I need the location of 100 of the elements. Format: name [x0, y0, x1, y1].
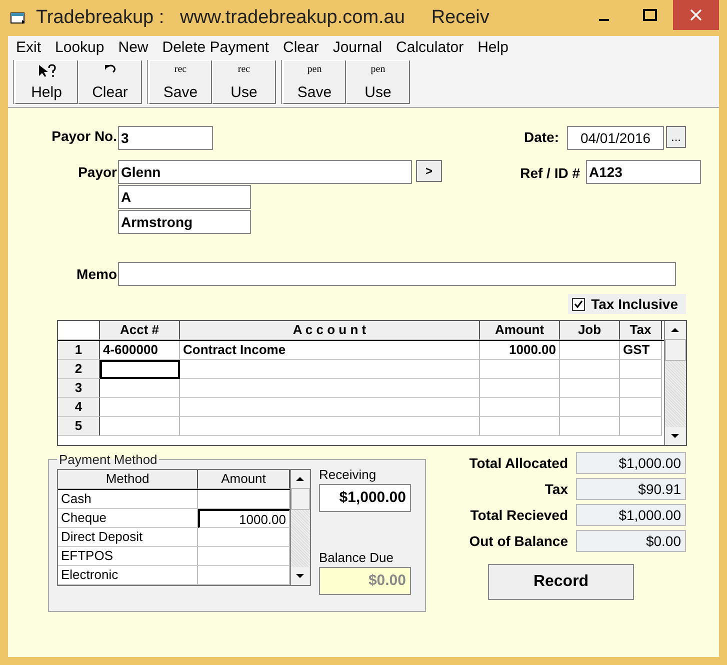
- memo-field[interactable]: [118, 262, 676, 286]
- date-picker-button[interactable]: ...: [666, 126, 686, 148]
- table-cell[interactable]: GST: [620, 341, 662, 360]
- payor-no-field[interactable]: 3: [118, 126, 213, 150]
- scroll-up-icon[interactable]: [665, 321, 685, 339]
- column-header[interactable]: Amount: [480, 321, 560, 340]
- table-cell[interactable]: Direct Deposit: [58, 528, 198, 547]
- window-title: Tradebreakup : www.tradebreakup.com.au Receiv: [36, 7, 490, 29]
- table-cell[interactable]: [480, 379, 560, 398]
- scroll-thumb[interactable]: [665, 339, 686, 361]
- table-cell[interactable]: 1000.00: [480, 341, 560, 360]
- toolbar-button[interactable]: Help: [14, 60, 78, 104]
- menu-item[interactable]: Clear: [282, 38, 319, 56]
- column-header[interactable]: Amount: [198, 470, 290, 489]
- payor-name-field[interactable]: Glenn: [118, 160, 412, 184]
- scroll-thumb[interactable]: [291, 488, 310, 510]
- table-cell[interactable]: [480, 398, 560, 417]
- table-cell[interactable]: Electronic: [58, 566, 198, 585]
- table-cell[interactable]: [480, 360, 560, 379]
- ref-id-label: Ref / ID #: [520, 165, 580, 181]
- help-pointer-icon: [36, 64, 56, 78]
- group-title: Payment Method: [58, 452, 158, 467]
- table-cell[interactable]: [560, 379, 620, 398]
- scroll-down-icon[interactable]: [665, 427, 685, 445]
- menu-item[interactable]: New: [118, 38, 148, 56]
- table-cell[interactable]: [620, 379, 662, 398]
- row-number: 1: [58, 341, 100, 360]
- menu-item[interactable]: Calculator: [396, 38, 464, 56]
- total-value: $90.91: [576, 478, 686, 500]
- row-number: 4: [58, 398, 100, 417]
- row-number: 3: [58, 379, 100, 398]
- scrollbar[interactable]: [290, 470, 310, 585]
- undo-icon: [104, 64, 116, 74]
- minimize-icon: [599, 19, 609, 21]
- scroll-down-icon[interactable]: [291, 567, 309, 585]
- balance-due-label: Balance Due: [319, 550, 394, 565]
- window-app-icon: [10, 11, 26, 25]
- column-header[interactable]: A c c o u n t: [180, 321, 480, 340]
- column-header[interactable]: Job: [560, 321, 620, 340]
- memo-label: Memo: [76, 266, 118, 282]
- receiving-label: Receiving: [319, 467, 378, 482]
- scroll-up-icon[interactable]: [291, 470, 309, 488]
- scrollbar[interactable]: [664, 321, 686, 445]
- close-icon: [689, 8, 703, 22]
- total-value: $1,000.00: [576, 452, 686, 474]
- receiving-amount: $1,000.00: [319, 484, 411, 512]
- close-button[interactable]: [673, 0, 719, 30]
- column-header[interactable]: Tax: [620, 321, 662, 340]
- table-cell[interactable]: Cheque: [58, 509, 198, 528]
- table-cell[interactable]: Contract Income: [180, 341, 480, 360]
- table-cell[interactable]: [100, 379, 180, 398]
- table-cell[interactable]: [100, 360, 180, 379]
- table-cell[interactable]: [560, 360, 620, 379]
- table-cell[interactable]: [180, 417, 480, 436]
- table-cell[interactable]: [620, 398, 662, 417]
- table-cell[interactable]: 4-600000: [100, 341, 180, 360]
- payor-name-field[interactable]: Armstrong: [118, 210, 251, 234]
- table-cell[interactable]: [180, 360, 480, 379]
- toolbar-button[interactable]: Clear: [78, 60, 142, 104]
- ref-id-field[interactable]: A123: [586, 160, 701, 184]
- table-cell[interactable]: [100, 417, 180, 436]
- table-cell[interactable]: [100, 398, 180, 417]
- maximize-icon: [643, 9, 657, 21]
- checkbox[interactable]: [572, 298, 586, 310]
- table-cell[interactable]: [180, 379, 480, 398]
- total-value: $0.00: [576, 530, 686, 552]
- toolbar-button[interactable]: pen Save: [282, 60, 346, 104]
- table-cell[interactable]: [620, 360, 662, 379]
- table-cell[interactable]: EFTPOS: [58, 547, 198, 566]
- payor-no-label: Payor No.: [50, 128, 118, 144]
- table-cell[interactable]: [620, 417, 662, 436]
- total-label: Total Recieved: [470, 507, 568, 523]
- menu-item[interactable]: Journal: [332, 38, 382, 56]
- toolbar-button[interactable]: rec Save: [148, 60, 212, 104]
- date-label: Date:: [524, 129, 559, 145]
- total-label: Out of Balance: [469, 533, 568, 549]
- table-cell[interactable]: [560, 341, 620, 360]
- balance-due-amount: $0.00: [319, 567, 411, 595]
- table-cell[interactable]: [560, 398, 620, 417]
- payor-lookup-button[interactable]: >: [416, 160, 442, 182]
- column-header[interactable]: Acct #: [100, 321, 180, 340]
- column-header[interactable]: Method: [58, 470, 198, 489]
- menu-item[interactable]: Delete Payment: [162, 38, 269, 56]
- record-button[interactable]: Record: [488, 564, 634, 600]
- table-cell[interactable]: [560, 417, 620, 436]
- total-value: $1,000.00: [576, 504, 686, 526]
- date-field[interactable]: 04/01/2016: [567, 126, 664, 150]
- total-label: Total Allocated: [469, 455, 568, 471]
- menu-item[interactable]: Help: [478, 38, 508, 56]
- payor-label: Payor: [77, 164, 118, 180]
- toolbar-button[interactable]: pen Use: [346, 60, 410, 104]
- menu-item[interactable]: Exit: [16, 38, 42, 56]
- table-cell[interactable]: Cash: [58, 490, 198, 509]
- tax-inclusive-checkbox[interactable]: Tax Inclusive: [568, 294, 686, 314]
- total-label: Tax: [544, 481, 568, 497]
- menu-item[interactable]: Lookup: [55, 38, 104, 56]
- payor-name-field[interactable]: A: [118, 185, 251, 209]
- table-cell[interactable]: [180, 398, 480, 417]
- toolbar-button[interactable]: rec Use: [212, 60, 276, 104]
- table-cell[interactable]: [480, 417, 560, 436]
